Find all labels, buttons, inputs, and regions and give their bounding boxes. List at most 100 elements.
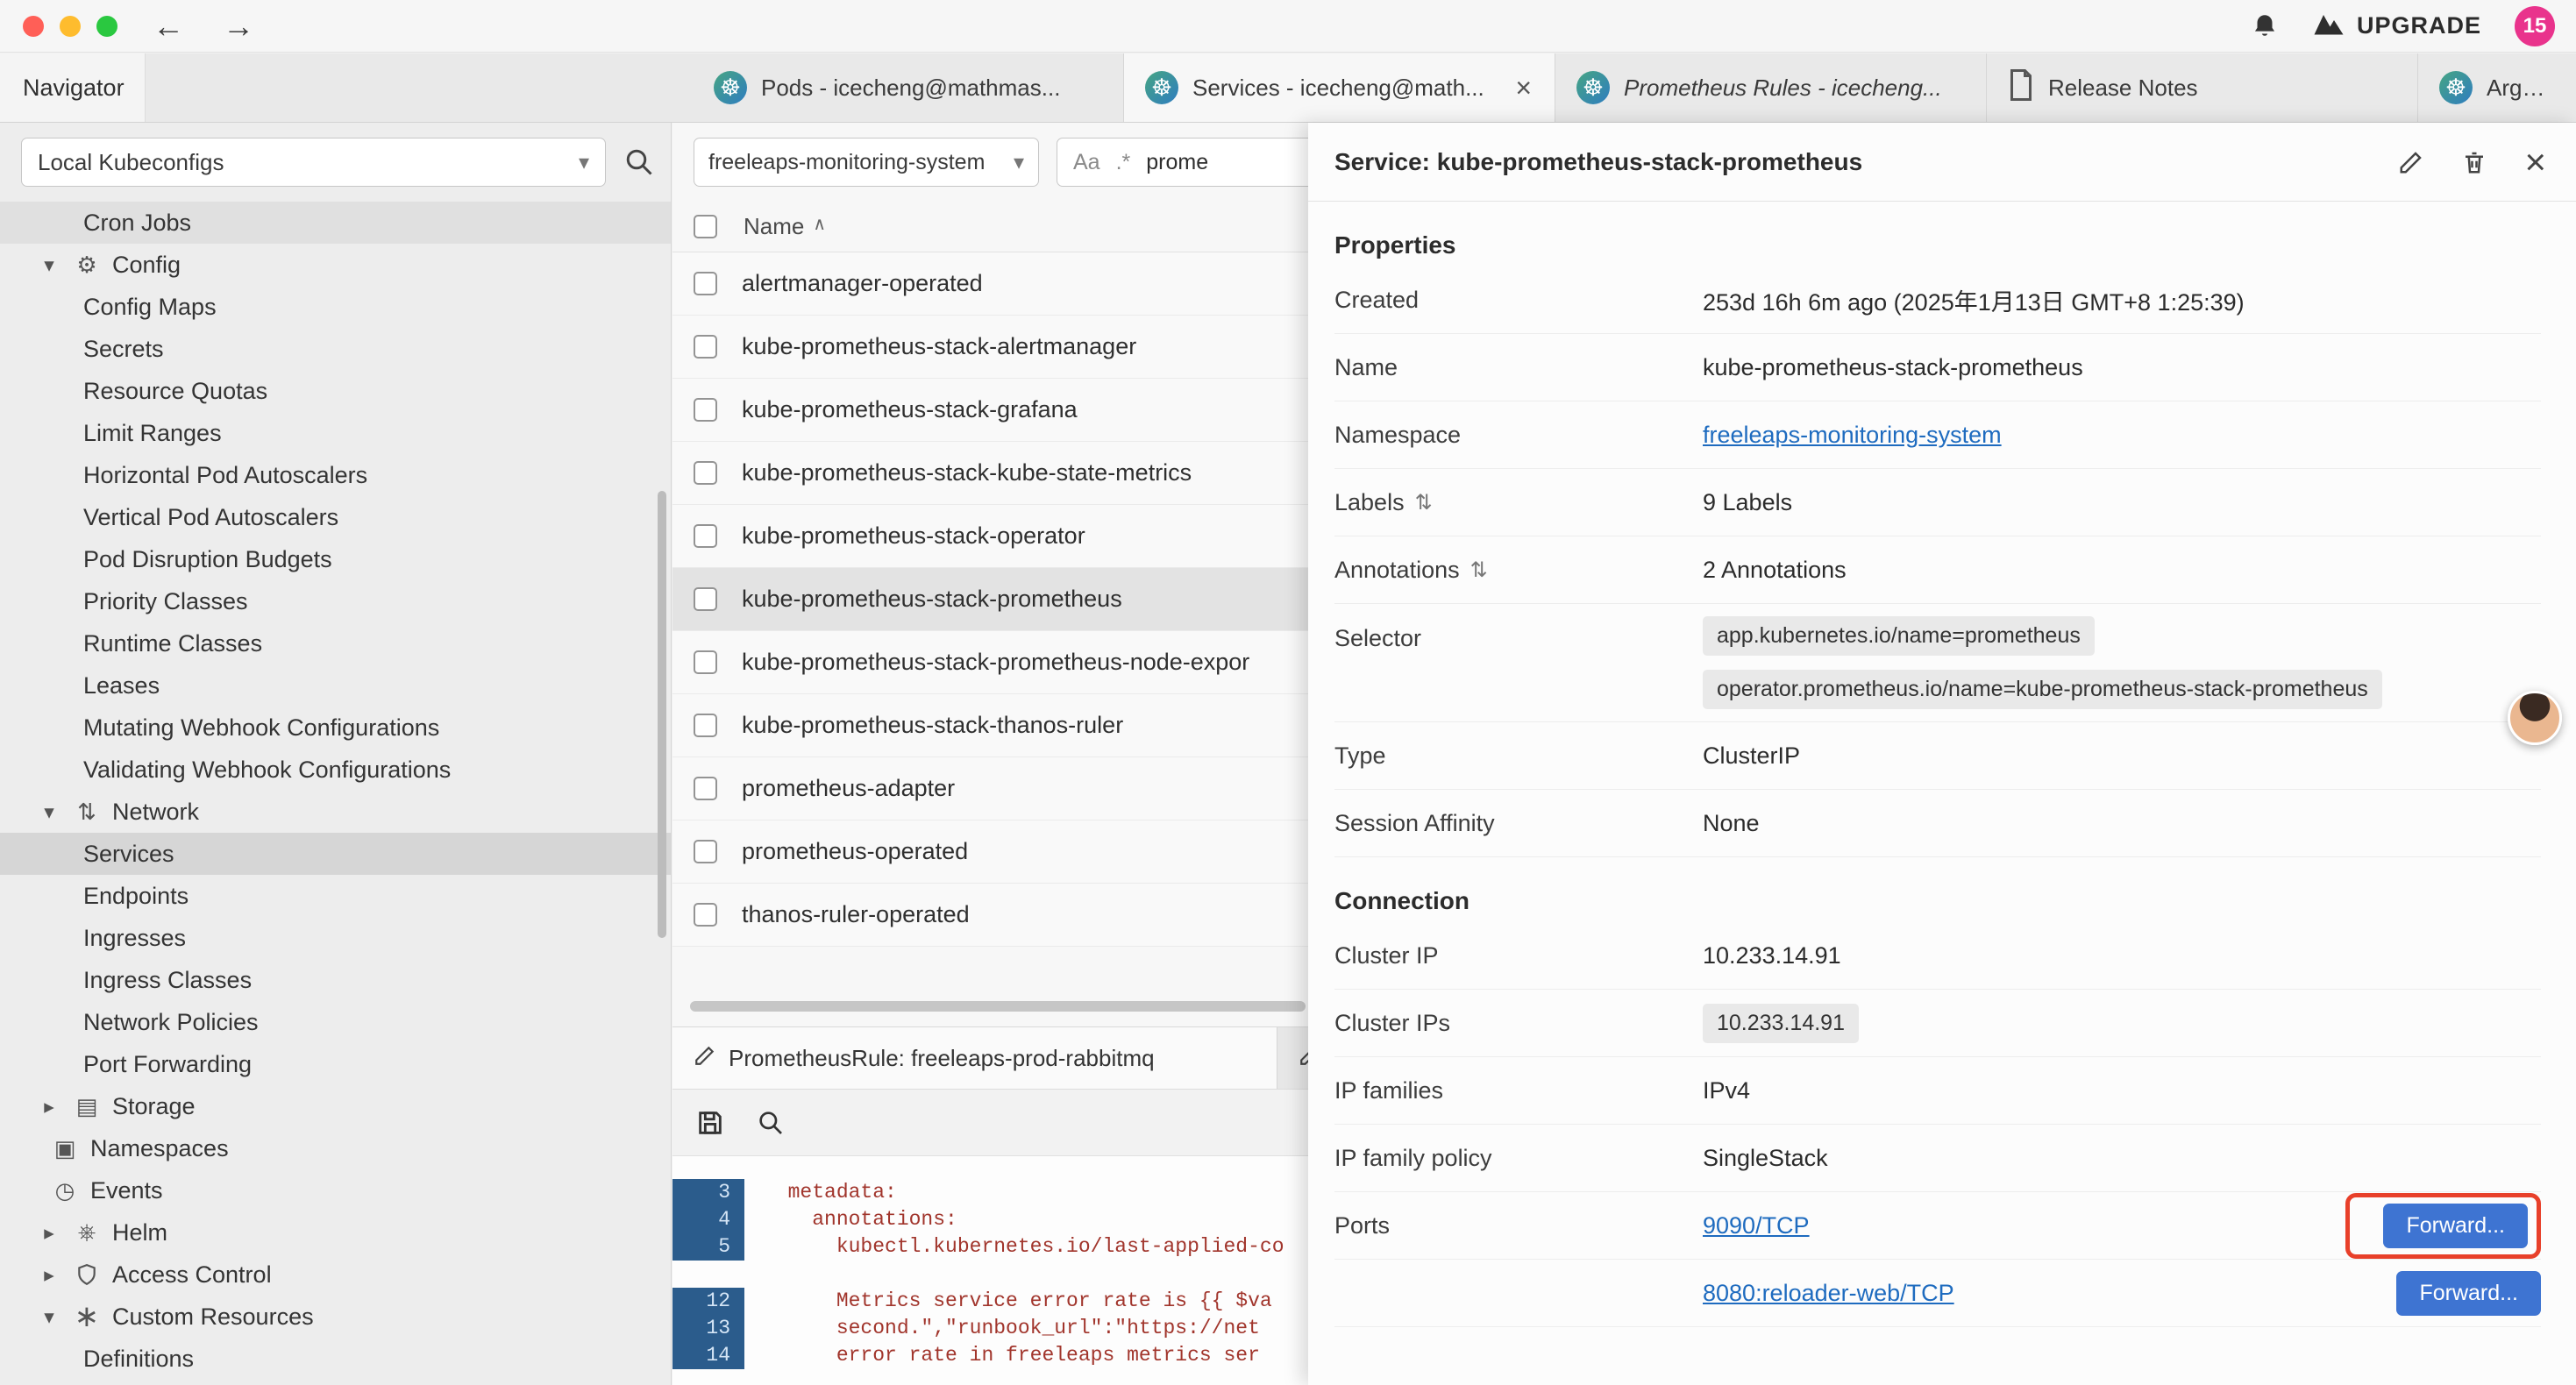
sidebar-item-definitions[interactable]: Definitions: [0, 1338, 671, 1380]
minimize-window-button[interactable]: [60, 16, 81, 37]
notification-count-badge[interactable]: 15: [2515, 6, 2555, 46]
sidebar-item-network-policies[interactable]: Network Policies: [0, 1001, 671, 1043]
row-checkbox[interactable]: [694, 398, 717, 422]
user-avatar[interactable]: [2508, 691, 2562, 745]
sidebar-group-custom-resources[interactable]: ▾ ∗ Custom Resources: [0, 1296, 671, 1338]
horizontal-scrollbar[interactable]: [690, 1001, 1306, 1012]
row-checkbox[interactable]: [694, 272, 717, 295]
search-icon[interactable]: [623, 146, 655, 178]
sidebar-group-helm[interactable]: ▸ ⎈ Helm: [0, 1211, 671, 1254]
sidebar-group-config[interactable]: ▾ ⚙ Config: [0, 244, 671, 286]
sidebar-item-port-forwarding[interactable]: Port Forwarding: [0, 1043, 671, 1085]
sidebar-item-mutating-webhook-configurations[interactable]: Mutating Webhook Configurations: [0, 707, 671, 749]
sidebar-item-label: Limit Ranges: [83, 420, 222, 447]
sidebar-item-namespaces[interactable]: ▣ Namespaces: [0, 1127, 671, 1169]
kubeconfig-selector[interactable]: Local Kubeconfigs ▾: [21, 138, 606, 187]
row-checkbox[interactable]: [694, 335, 717, 359]
sidebar-item-label: Mutating Webhook Configurations: [83, 714, 439, 742]
sidebar-item-config-maps[interactable]: Config Maps: [0, 286, 671, 328]
sidebar-item-services[interactable]: Services: [0, 833, 671, 875]
sort-ascending-icon[interactable]: ∧: [813, 213, 826, 235]
sidebar-item-runtime-classes[interactable]: Runtime Classes: [0, 622, 671, 664]
sidebar-group-access-control[interactable]: ▸ Access Control: [0, 1254, 671, 1296]
port-forward-button[interactable]: Forward...: [2383, 1204, 2528, 1248]
property-value: 2 Annotations: [1703, 557, 1847, 584]
sidebar-item-leases[interactable]: Leases: [0, 664, 671, 707]
port-forward-button[interactable]: Forward...: [2396, 1271, 2541, 1316]
search-icon[interactable]: [757, 1109, 785, 1137]
property-label: Cluster IP: [1334, 942, 1703, 970]
tab-argo[interactable]: ☸ Argo Se: [2418, 53, 2576, 122]
row-checkbox[interactable]: [694, 777, 717, 800]
dock-tab-prometheusrule[interactable]: PrometheusRule: freeleaps-prod-rabbitmq: [672, 1027, 1277, 1089]
name-column-header[interactable]: Name: [744, 213, 804, 240]
maximize-window-button[interactable]: [96, 16, 117, 37]
sidebar-item-cron-jobs[interactable]: Cron Jobs: [0, 202, 671, 244]
row-checkbox[interactable]: [694, 461, 717, 485]
navigator-panel-header: Navigator: [0, 53, 146, 122]
tab-release-notes[interactable]: Release Notes: [1987, 53, 2418, 122]
helm-icon: ⎈: [73, 1218, 101, 1246]
gear-icon: ⚙: [73, 252, 101, 279]
forward-button[interactable]: →: [223, 8, 254, 45]
property-label: IP families: [1334, 1077, 1703, 1104]
row-checkbox[interactable]: [694, 903, 717, 927]
row-checkbox[interactable]: [694, 650, 717, 674]
sidebar-item-secrets[interactable]: Secrets: [0, 328, 671, 370]
delete-trash-icon[interactable]: [2461, 149, 2487, 175]
tab-close-icon[interactable]: ×: [1513, 72, 1534, 104]
save-icon[interactable]: [695, 1108, 725, 1138]
port-link[interactable]: 8080:reloader-web/TCP: [1703, 1280, 1954, 1307]
sidebar-item-validating-webhook-configurations[interactable]: Validating Webhook Configurations: [0, 749, 671, 791]
tab-label: Prometheus Rules - icecheng...: [1624, 75, 1965, 102]
sidebar-group-storage[interactable]: ▸ ▤ Storage: [0, 1085, 671, 1127]
tab-services[interactable]: ☸ Services - icecheng@math... ×: [1124, 53, 1555, 122]
sidebar-item-horizontal-pod-autoscalers[interactable]: Horizontal Pod Autoscalers: [0, 454, 671, 496]
sidebar-item-endpoints[interactable]: Endpoints: [0, 875, 671, 917]
namespace-selector[interactable]: freeleaps-monitoring-system ▾: [694, 138, 1039, 187]
property-row-session-affinity: Session Affinity None: [1334, 790, 2541, 857]
upgrade-button[interactable]: UPGRADE: [2313, 10, 2481, 42]
namespace-link[interactable]: freeleaps-monitoring-system: [1703, 422, 2002, 449]
property-label: Annotations: [1334, 557, 1460, 584]
chevron-right-icon: ▸: [37, 1095, 61, 1119]
edit-pencil-icon[interactable]: [2398, 149, 2424, 175]
window-controls: [23, 16, 117, 37]
back-button[interactable]: ←: [153, 8, 184, 45]
sidebar-item-label: Secrets: [83, 336, 164, 363]
sort-arrows-icon[interactable]: ⇅: [1470, 558, 1488, 583]
sidebar-item-label: Pod Disruption Budgets: [83, 546, 332, 573]
sidebar-group-network[interactable]: ▾ ⇅ Network: [0, 791, 671, 833]
sidebar-item-pod-disruption-budgets[interactable]: Pod Disruption Budgets: [0, 538, 671, 580]
titlebar: ← → UPGRADE 15: [0, 0, 2576, 53]
row-checkbox[interactable]: [694, 587, 717, 611]
sidebar-item-vertical-pod-autoscalers[interactable]: Vertical Pod Autoscalers: [0, 496, 671, 538]
sidebar-item-ingress-classes[interactable]: Ingress Classes: [0, 959, 671, 1001]
tab-prometheus-rules[interactable]: ☸ Prometheus Rules - icecheng...: [1555, 53, 1987, 122]
pencil-icon: [694, 1044, 716, 1073]
cluster-ip-badge: 10.233.14.91: [1703, 1004, 1859, 1043]
sort-arrows-icon[interactable]: ⇅: [1415, 490, 1433, 515]
tab-pods[interactable]: ☸ Pods - icecheng@mathmas...: [693, 53, 1124, 122]
row-checkbox[interactable]: [694, 714, 717, 737]
row-checkbox[interactable]: [694, 840, 717, 863]
close-icon[interactable]: ×: [2524, 144, 2546, 181]
sidebar-item-label: Cron Jobs: [83, 210, 191, 237]
match-case-toggle[interactable]: Aa: [1073, 150, 1100, 175]
sidebar-item-ingresses[interactable]: Ingresses: [0, 917, 671, 959]
search-input[interactable]: Aa .* prome: [1057, 138, 1346, 187]
sidebar-item-priority-classes[interactable]: Priority Classes: [0, 580, 671, 622]
sidebar-scrollbar[interactable]: [658, 491, 666, 938]
sidebar-item-label: Network Policies: [83, 1009, 259, 1036]
row-checkbox[interactable]: [694, 524, 717, 548]
notifications-bell-icon[interactable]: [2250, 11, 2280, 41]
sidebar-group-label: Storage: [112, 1093, 196, 1120]
sidebar-item-limit-ranges[interactable]: Limit Ranges: [0, 412, 671, 454]
sidebar-item-events[interactable]: ◷ Events: [0, 1169, 671, 1211]
sidebar-item-resource-quotas[interactable]: Resource Quotas: [0, 370, 671, 412]
service-name: alertmanager-operated: [742, 270, 983, 297]
select-all-checkbox[interactable]: [694, 215, 717, 238]
close-window-button[interactable]: [23, 16, 44, 37]
port-link[interactable]: 9090/TCP: [1703, 1212, 1810, 1239]
regex-toggle[interactable]: .*: [1116, 150, 1131, 175]
